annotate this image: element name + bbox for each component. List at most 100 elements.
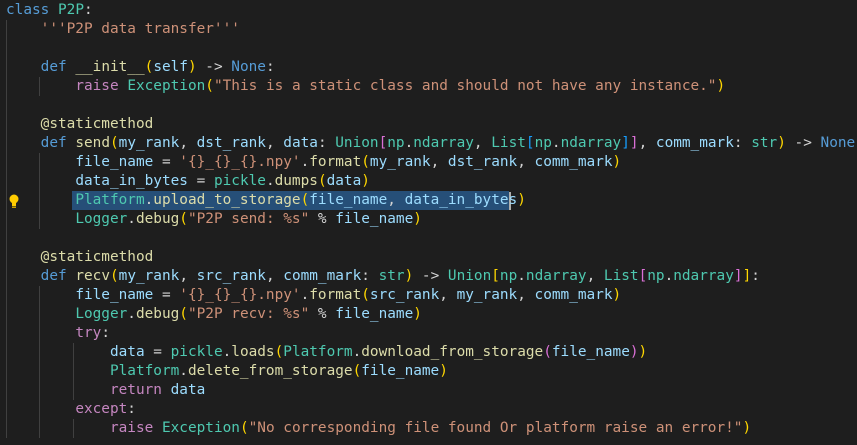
code-token: : bbox=[265, 59, 275, 75]
code-line[interactable]: def recv(my_rank, src_rank, comm_mark: s… bbox=[6, 267, 760, 286]
code-token: ) bbox=[187, 59, 197, 75]
code-token: Exception bbox=[161, 420, 240, 436]
code-token: , bbox=[179, 268, 197, 284]
code-token: [ bbox=[378, 135, 388, 151]
code-token: . bbox=[404, 135, 414, 151]
code-token: return bbox=[109, 382, 162, 398]
code-token: List bbox=[603, 268, 639, 284]
code-token: np bbox=[534, 135, 552, 151]
code-token: pickle bbox=[170, 344, 223, 360]
code-line[interactable]: '''P2P data transfer''' bbox=[6, 20, 240, 39]
code-token: '{}_{}_{}.npy' bbox=[179, 154, 301, 170]
code-line[interactable]: return data bbox=[6, 381, 205, 400]
code-token: None bbox=[231, 59, 266, 75]
code-token: debug bbox=[135, 211, 180, 227]
code-token: try bbox=[75, 325, 102, 341]
code-token: ( bbox=[109, 268, 119, 284]
code-token: data_in_bytes bbox=[75, 173, 188, 189]
code-token: ndarray bbox=[525, 268, 587, 284]
code-token: def bbox=[40, 135, 67, 151]
code-token: ) bbox=[638, 344, 648, 360]
code-token: ] bbox=[629, 135, 639, 151]
code-token: except bbox=[75, 401, 128, 417]
code-token: dst_rank bbox=[196, 135, 266, 151]
code-line[interactable]: file_name = '{}_{}_{}.npy'.format(src_ra… bbox=[6, 286, 621, 305]
code-line[interactable]: @staticmethod bbox=[6, 248, 154, 267]
code-token: __init__ bbox=[75, 59, 145, 75]
code-token: loads bbox=[231, 344, 275, 360]
code-line[interactable]: except: bbox=[6, 400, 136, 419]
code-token: ( bbox=[109, 135, 119, 151]
code-token: , bbox=[517, 287, 535, 303]
code-line[interactable]: raise Exception("No corresponding file f… bbox=[6, 419, 751, 438]
code-token: ] bbox=[733, 268, 743, 284]
code-token: . bbox=[222, 344, 232, 360]
code-line[interactable]: file_name = '{}_{}_{}.npy'.format(my_ran… bbox=[6, 153, 621, 172]
code-token: ndarray bbox=[673, 268, 734, 284]
code-line[interactable]: Logger.debug("P2P send: %s" % file_name) bbox=[6, 210, 422, 229]
code-token: ) bbox=[413, 211, 422, 227]
code-token: ) bbox=[742, 420, 752, 436]
code-line[interactable]: try: bbox=[6, 324, 110, 343]
code-line[interactable]: Platform.delete_from_storage(file_name) bbox=[6, 362, 448, 381]
code-line[interactable]: def __init__(self) -> None: bbox=[6, 58, 275, 77]
code-token: pickle bbox=[213, 173, 266, 189]
code-token: List bbox=[491, 135, 526, 151]
code-token: Logger bbox=[75, 306, 128, 322]
code-token: @staticmethod bbox=[40, 116, 154, 132]
code-token: . bbox=[517, 268, 526, 284]
code-token: Platform bbox=[283, 344, 353, 360]
code-token: . bbox=[144, 192, 154, 208]
code-token: . bbox=[551, 135, 561, 151]
code-token: , bbox=[265, 268, 284, 284]
code-token: P2P bbox=[58, 2, 84, 18]
code-editor[interactable]: class P2P: '''P2P data transfer''' def _… bbox=[0, 0, 857, 445]
code-line[interactable]: data = pickle.loads(Platform.download_fr… bbox=[6, 343, 647, 362]
code-token: ( bbox=[144, 59, 154, 75]
code-line[interactable]: @staticmethod bbox=[6, 115, 154, 134]
code-token: src_rank bbox=[369, 287, 440, 303]
code-token: -> bbox=[196, 59, 232, 75]
code-token: . bbox=[179, 363, 188, 379]
code-token: ndarray bbox=[560, 135, 622, 151]
code-token: [ bbox=[491, 268, 500, 284]
code-token: : bbox=[317, 135, 336, 151]
code-line[interactable]: Platform.upload_to_storage(file_name, da… bbox=[6, 191, 526, 210]
code-token: np bbox=[647, 268, 665, 284]
code-token: comm_mark bbox=[283, 268, 362, 284]
code-token: comm_mark bbox=[534, 287, 613, 303]
code-token: np bbox=[387, 135, 405, 151]
code-token: my_rank bbox=[118, 268, 180, 284]
code-token: ( bbox=[179, 211, 188, 227]
code-line[interactable]: raise Exception("This is a static class … bbox=[6, 77, 725, 96]
code-line[interactable]: Logger.debug("P2P recv: %s" % file_name) bbox=[6, 305, 422, 324]
code-token: . bbox=[664, 268, 674, 284]
code-token: ( bbox=[239, 420, 249, 436]
code-token: ) bbox=[716, 78, 726, 94]
code-token: Platform bbox=[75, 192, 145, 208]
code-token: np bbox=[499, 268, 518, 284]
code-line[interactable]: data_in_bytes = pickle.dumps(data) bbox=[6, 172, 370, 191]
code-token: = bbox=[153, 287, 180, 303]
code-token: data bbox=[283, 135, 318, 151]
code-token: ndarray bbox=[413, 135, 474, 151]
code-token: , bbox=[387, 192, 405, 208]
code-line[interactable]: def send(my_rank, dst_rank, data: Union[… bbox=[6, 134, 857, 153]
code-token: file_name bbox=[551, 344, 630, 360]
code-token: ) bbox=[517, 192, 526, 208]
code-token: -> bbox=[785, 135, 821, 151]
code-token: recv bbox=[75, 268, 110, 284]
code-token: ) bbox=[629, 344, 639, 360]
code-token: src_rank bbox=[196, 268, 266, 284]
code-token: : bbox=[127, 401, 136, 417]
code-token: , bbox=[179, 135, 197, 151]
code-line[interactable]: class P2P: bbox=[6, 1, 93, 20]
code-token: file_name bbox=[75, 154, 154, 170]
code-token: = bbox=[187, 173, 214, 189]
